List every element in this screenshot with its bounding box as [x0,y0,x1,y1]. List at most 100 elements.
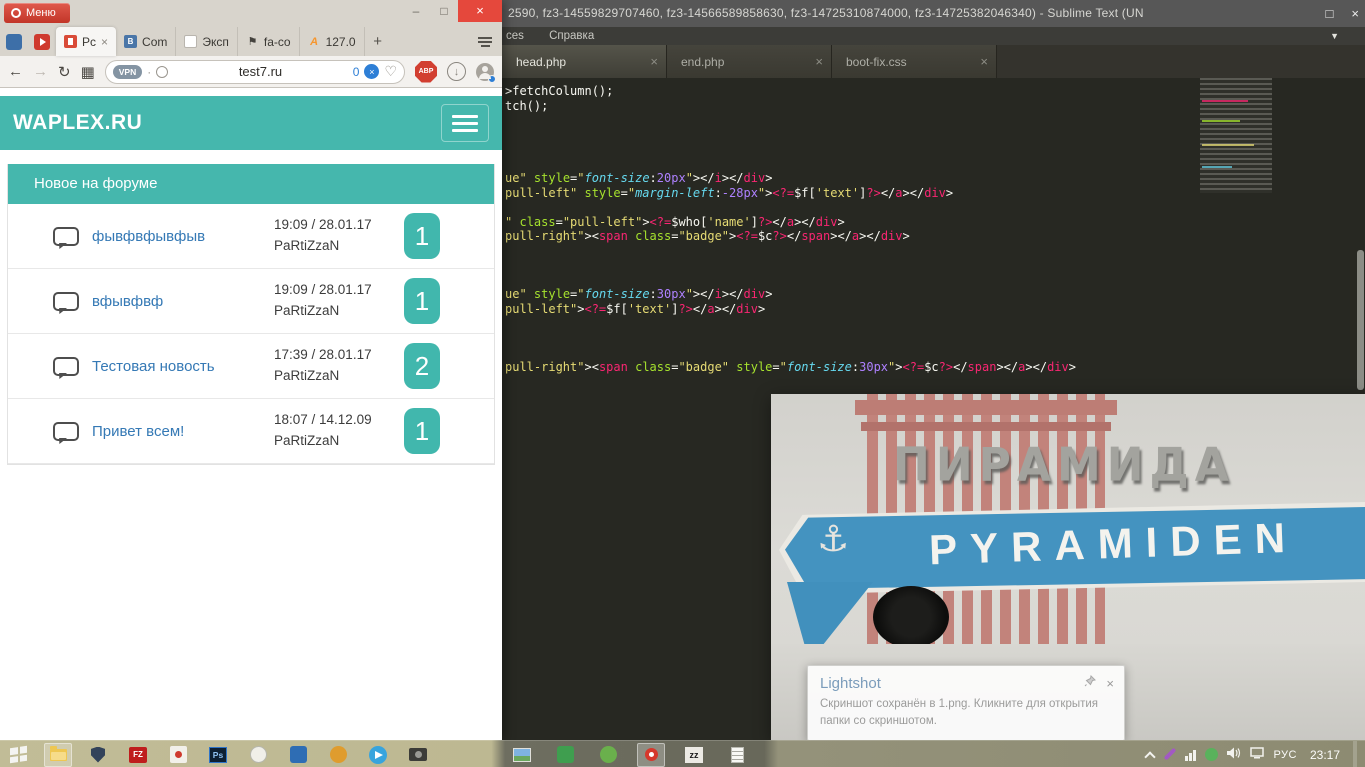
minimize-button[interactable]: – [402,0,430,22]
app-button-1[interactable] [164,743,192,767]
bookmark-heart-icon[interactable]: ♡ [384,63,397,80]
emule-icon [250,746,267,763]
thread-title-link[interactable]: фывфвфывфыв [92,228,205,245]
browser-tab-active[interactable]: Рс × [56,27,116,56]
new-tab-button[interactable]: + [365,27,391,56]
editor-tab-boot-fix-css[interactable]: boot-fix.css × [832,45,997,78]
green-round-icon [600,746,617,763]
app-button-3[interactable] [324,743,352,767]
thread-title-link[interactable]: вфывфвф [92,293,163,310]
shield-badge-icon[interactable]: × [364,64,379,79]
emule-button[interactable] [244,743,272,767]
green-app-button-2[interactable] [594,743,622,767]
browser-tab-fontawesome[interactable]: ⚑ fa-co [238,27,300,56]
photoshop-button[interactable]: Ps [204,743,232,767]
minimap[interactable] [1200,78,1272,193]
profile-button[interactable] [476,63,494,81]
forward-button[interactable]: → [33,63,48,80]
pin-icon[interactable] [1084,674,1096,692]
thread-count-badge[interactable]: 1 [404,408,440,454]
address-bar[interactable]: VPN · test7.ru 0 × ♡ [105,60,405,84]
sevenzip-button[interactable]: zz [680,743,708,767]
caret-down-icon[interactable]: ▼ [1330,27,1339,45]
url-text[interactable]: test7.ru [173,64,348,79]
forum-thread-list: фывфвфывфыв 19:09 / 28.01.17 PaRtiZzaN 1… [8,204,494,464]
thread-count-badge[interactable]: 1 [404,278,440,324]
notepad-button[interactable] [723,743,751,767]
notification-text-line1[interactable]: Скриншот сохранён в 1.png. Кликните для … [820,696,1112,713]
browser-tab-vk[interactable]: B Com [116,27,176,56]
black-wheel [873,586,949,648]
browser-tab-export[interactable]: Эксп [176,27,238,56]
opera-menu-button[interactable]: Меню [4,3,70,23]
downloads-button[interactable]: ↓ [447,62,466,81]
lightshot-notification[interactable]: Lightshot × Скриншот сохранён в 1.png. К… [807,665,1125,741]
anchor-icon: ⚓ [817,518,849,560]
sublime-titlebar[interactable]: 2590, fz3-14559829707460, fz3-1456658985… [502,0,1365,27]
close-button[interactable]: × [1351,0,1359,27]
maximize-button[interactable]: □ [430,0,458,22]
lightshot-pen-icon[interactable] [1163,747,1176,762]
adblock-plus-icon[interactable]: ABP [415,61,437,83]
tab-label: boot-fix.css [846,55,972,69]
thread-count-badge[interactable]: 2 [404,343,440,389]
minimap-mark [1202,166,1232,168]
thread-author: PaRtiZzaN [274,236,386,257]
editor-tab-head-php[interactable]: head.php × [502,45,667,78]
signal-bars-icon[interactable] [1185,749,1196,761]
thread-count-badge[interactable]: 1 [404,213,440,259]
comment-bubble-icon [53,227,79,246]
thread-title-link[interactable]: Привет всем! [92,423,184,440]
clock[interactable]: 23:17 [1310,748,1340,762]
menu-item-help[interactable]: Справка [549,30,594,42]
notification-text-line2[interactable]: папки со скриншотом. [820,713,1112,730]
tab-menu-icon[interactable] [478,27,492,56]
network-icon[interactable] [1250,746,1264,764]
windows-taskbar: FZ Ps zz РУ [0,740,1365,767]
telegram-button[interactable] [364,743,392,767]
thread-time: 18:07 / 14.12.09 [274,410,386,431]
pinned-tab-youtube[interactable] [28,28,56,56]
green-app-button-1[interactable] [551,743,579,767]
image-viewer-button[interactable] [508,743,536,767]
close-icon[interactable]: × [1106,676,1114,691]
opera-icon [645,748,658,761]
show-desktop-button[interactable] [1353,741,1357,767]
restore-button[interactable]: □ [1326,0,1334,27]
tab-title: Эксп [202,35,229,49]
app-button-2[interactable] [284,743,312,767]
separator-dot: · [147,65,151,79]
thread-time: 17:39 / 28.01.17 [274,345,386,366]
back-button[interactable]: ← [8,63,23,80]
site-info-icon[interactable] [156,66,168,78]
menu-item-preferences[interactable]: ces [506,30,524,42]
tab-close-icon[interactable]: × [101,35,108,49]
table-row: Привет всем! 18:07 / 14.12.09 PaRtiZzaN … [8,399,494,464]
file-explorer-button[interactable] [44,743,72,767]
language-indicator[interactable]: РУС [1273,749,1297,761]
filezilla-button[interactable]: FZ [124,743,152,767]
tab-close-icon[interactable]: × [642,54,658,69]
tab-close-icon[interactable]: × [972,54,988,69]
site-brand[interactable]: WAPLEX.RU [13,111,142,135]
hamburger-menu-button[interactable] [441,104,489,142]
table-row: вфывфвф 19:09 / 28.01.17 PaRtiZzaN 1 [8,269,494,334]
update-status-icon[interactable] [1205,748,1218,761]
thread-title-link[interactable]: Тестовая новость [92,358,215,375]
start-button[interactable] [4,743,32,767]
reload-button[interactable]: ↻ [58,63,71,81]
editor-scrollbar[interactable] [1357,250,1364,390]
shield-app-button[interactable] [84,743,112,767]
opera-taskbar-button[interactable] [637,743,665,767]
close-button[interactable]: × [458,0,502,22]
speed-dial-icon[interactable]: ▦ [81,63,95,81]
tab-close-icon[interactable]: × [807,54,823,69]
browser-tab-phpmyadmin[interactable]: A 127.0 [300,27,365,56]
camera-app-button[interactable] [404,743,432,767]
pinned-tab-1[interactable] [0,28,28,56]
vpn-badge[interactable]: VPN [113,65,142,79]
editor-tab-end-php[interactable]: end.php × [667,45,832,78]
volume-icon[interactable] [1227,746,1241,764]
thread-time: 19:09 / 28.01.17 [274,215,386,236]
hidden-icons-chevron[interactable] [1145,751,1156,762]
